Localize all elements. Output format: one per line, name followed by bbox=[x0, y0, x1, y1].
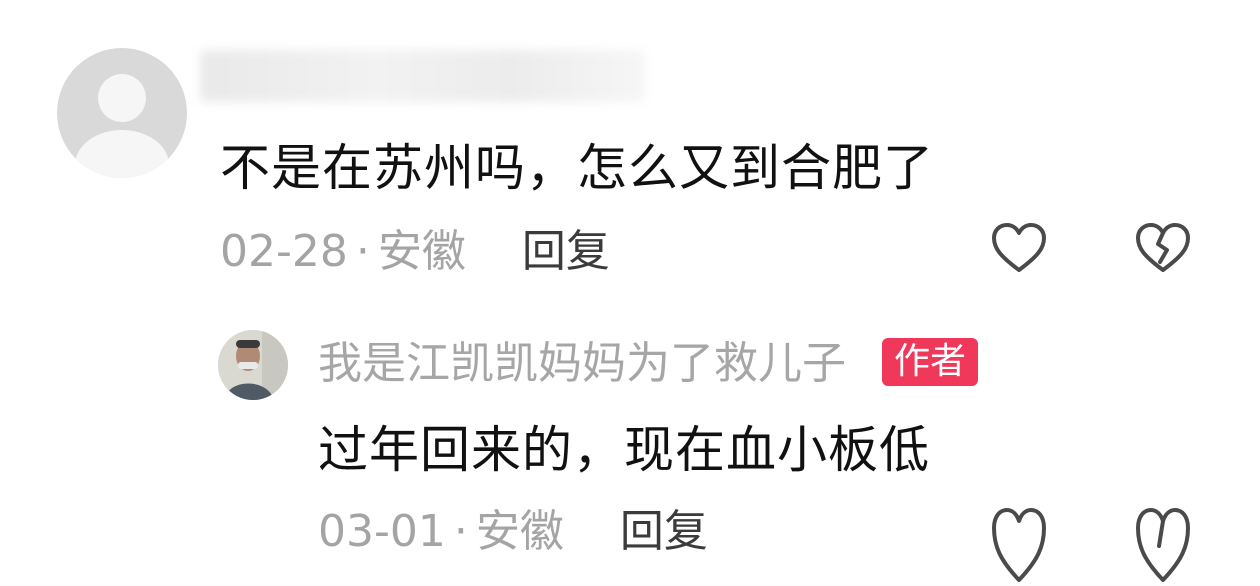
heart-outline-icon bbox=[990, 222, 1048, 276]
reply-location: 安徽 bbox=[475, 506, 564, 557]
author-badge: 作者 bbox=[882, 338, 979, 386]
reply-date: 03-01 bbox=[318, 506, 446, 557]
reply-avatar[interactable] bbox=[218, 330, 288, 400]
broken-heart-icon bbox=[1134, 506, 1192, 586]
comment-date: 02-28 bbox=[220, 226, 348, 277]
meta-separator: · bbox=[355, 226, 370, 277]
reply-button[interactable]: 回复 bbox=[522, 226, 610, 277]
dislike-button[interactable] bbox=[1134, 222, 1192, 276]
meta-separator: · bbox=[453, 506, 468, 557]
author-username[interactable]: 我是江凯凯妈妈为了救儿子 bbox=[318, 336, 846, 392]
reply-button[interactable]: 回复 bbox=[620, 506, 708, 557]
dislike-button[interactable] bbox=[1134, 506, 1192, 586]
comment-text: 不是在苏州吗，怎么又到合肥了 bbox=[220, 139, 934, 197]
reply-meta: 03-01 · 安徽 回复 bbox=[318, 504, 708, 560]
avatar-placeholder-head bbox=[98, 74, 146, 122]
username-redacted bbox=[200, 50, 645, 102]
like-button[interactable] bbox=[990, 506, 1048, 586]
broken-heart-icon bbox=[1134, 222, 1192, 276]
reply-text: 过年回来的，现在血小板低 bbox=[318, 421, 930, 479]
avatar-photo bbox=[218, 330, 288, 400]
comment-meta: 02-28 · 安徽 回复 bbox=[220, 224, 610, 280]
heart-outline-icon bbox=[990, 506, 1048, 586]
avatar[interactable] bbox=[57, 48, 187, 178]
comment-location: 安徽 bbox=[377, 226, 466, 277]
avatar-placeholder-body bbox=[75, 130, 169, 178]
like-button[interactable] bbox=[990, 222, 1048, 276]
